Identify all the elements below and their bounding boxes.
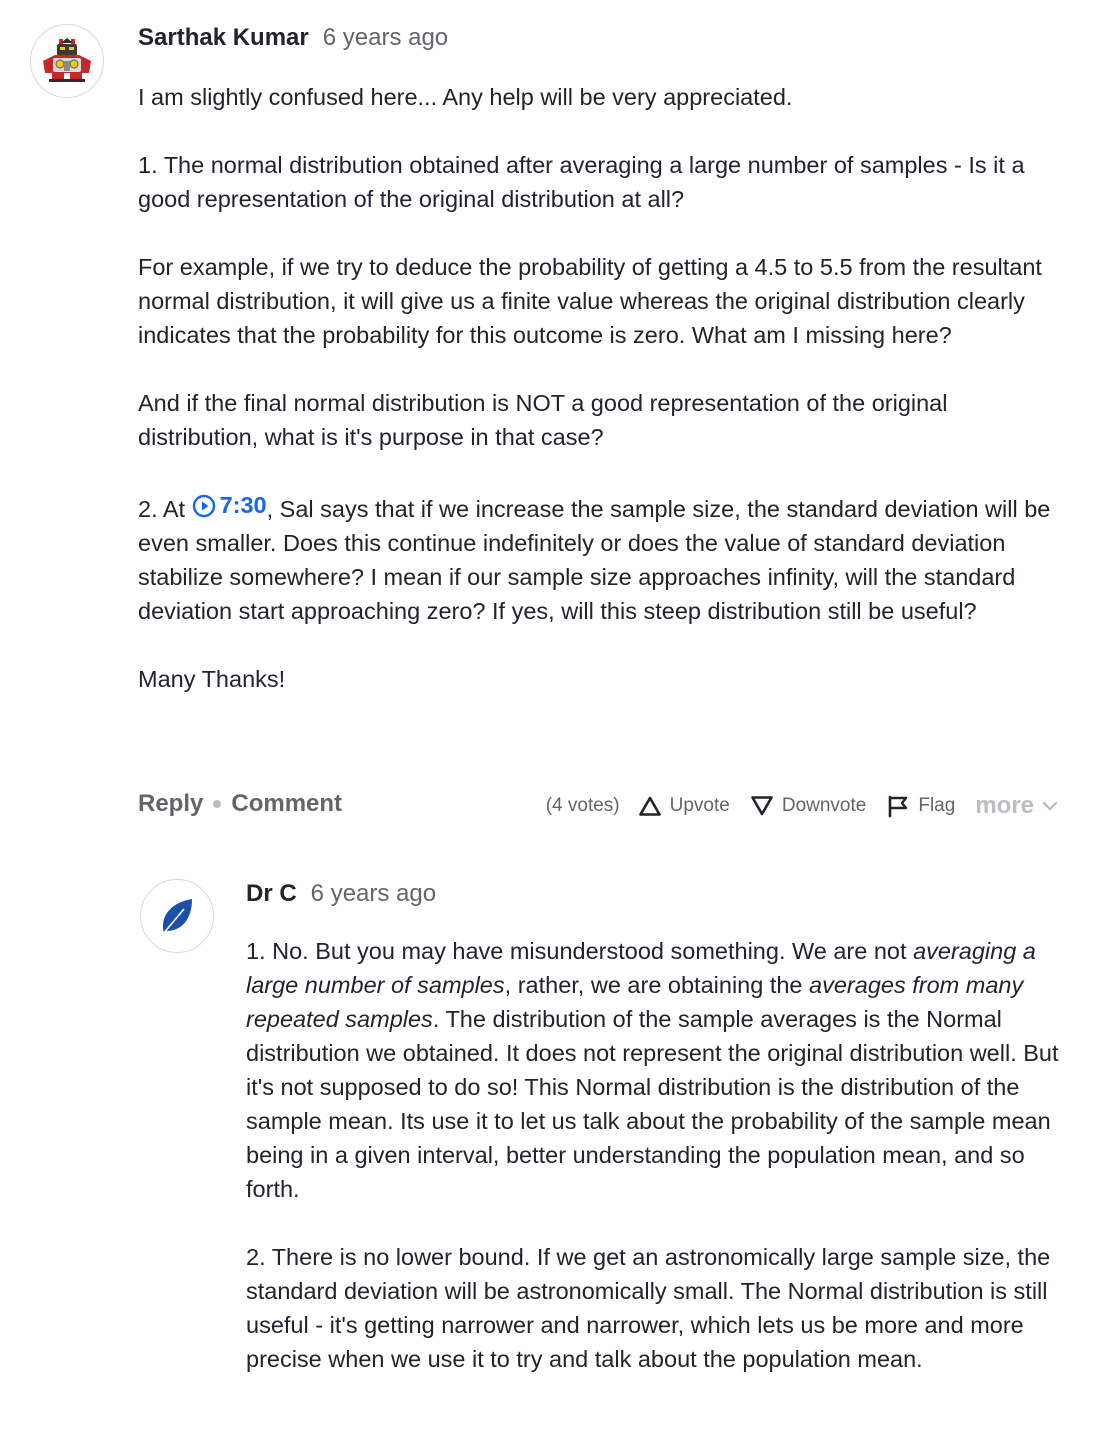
author-name[interactable]: Dr C [246,880,297,908]
vote-count: (4 votes) [545,795,620,816]
paragraph: I am slightly confused here... Any help … [138,84,793,110]
author-name[interactable]: Sarthak Kumar [138,24,309,52]
upvote-icon [638,796,661,816]
robot-avatar-icon[interactable] [30,24,104,98]
flag-icon [889,795,908,818]
paragraph: 1. No. But you may have misunderstood so… [246,934,1068,1206]
paragraph-text: , Sal says that if we increase the sampl… [138,496,1051,624]
separator-dot [213,800,222,808]
reply-comment-group: Reply Comment [138,790,342,818]
paragraph: And if the final normal distribution is … [138,390,948,450]
paragraph: 1. The normal distribution obtained afte… [138,152,1025,212]
downvote-label: Downvote [781,795,867,816]
timestamp: 6 years ago [322,24,449,51]
paragraph-text: 1. No. But you may have misunderstood so… [246,938,914,964]
more-button[interactable]: more [975,792,1058,820]
paragraph-text: . The distribution of the sample average… [246,1006,1059,1202]
paragraph: Many Thanks! [138,666,286,692]
reply-meta: Dr C 6 years ago [246,880,436,908]
timestamp: 6 years ago [310,880,437,907]
flag-label: Flag [918,795,956,816]
comment-body: I am slightly confused here... Any help … [138,80,1068,696]
downvote-button[interactable]: Downvote [750,795,867,817]
timestamp-link-label: 7:30 [219,492,267,518]
upvote-button[interactable]: Upvote [638,795,730,817]
downvote-icon [751,796,773,816]
play-circle-icon [192,494,215,518]
paragraph-text: 2. At [138,496,192,522]
leaf-avatar-icon[interactable] [140,879,214,953]
upvote-label: Upvote [669,795,730,816]
timestamp-link[interactable]: 7:30 [192,488,267,522]
reply-body: 1. No. But you may have misunderstood so… [246,934,1068,1376]
vote-group: (4 votes) Upvote Downvote Flag more [546,792,1058,820]
flag-button[interactable]: Flag [886,794,955,818]
comment-button[interactable]: Comment [231,790,342,818]
comment-meta: Sarthak Kumar 6 years ago [138,24,448,52]
more-label: more [975,792,1034,819]
paragraph-text: , rather, we are obtaining the [504,972,810,998]
paragraph: For example, if we try to deduce the pro… [138,254,1042,348]
reply-button[interactable]: Reply [138,790,203,818]
comment-actions: Reply Comment (4 votes) Upvote Downvote … [138,790,1058,826]
paragraph: 2. At 7:30, Sal says that if we increase… [138,488,1068,628]
chevron-down-icon [1042,801,1058,811]
paragraph: 2. There is no lower bound. If we get an… [246,1244,1051,1372]
